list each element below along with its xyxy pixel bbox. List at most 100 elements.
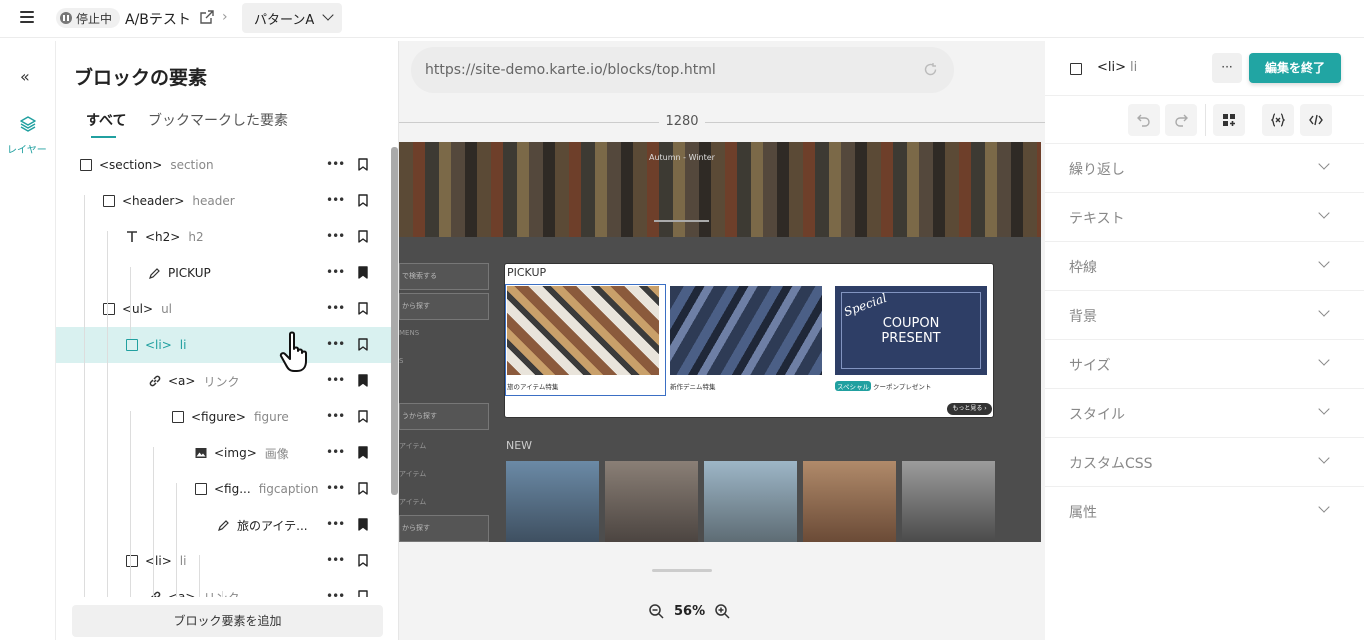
node-more-icon[interactable]: ••• (326, 481, 345, 495)
zoom-in-icon[interactable] (715, 604, 730, 619)
bookmark-icon[interactable] (358, 194, 368, 207)
bookmark-icon[interactable] (358, 446, 368, 459)
bookmark-icon[interactable] (358, 338, 368, 351)
node-more-icon[interactable]: ••• (326, 589, 345, 597)
bookmark-icon[interactable] (358, 554, 368, 567)
canvas-resize-handle[interactable] (652, 569, 712, 572)
accordion-label: スタイル (1069, 407, 1125, 423)
bookmark-icon[interactable] (358, 374, 368, 387)
tree-scrollbar[interactable] (391, 147, 398, 495)
pickup-card-denim[interactable] (670, 286, 822, 375)
node-more-icon[interactable]: ••• (326, 229, 345, 243)
undo-button[interactable] (1128, 104, 1160, 136)
new-item-photo[interactable] (902, 461, 995, 542)
tree-node[interactable]: <section> section ••• (56, 147, 391, 183)
node-more-icon[interactable]: ••• (326, 265, 345, 279)
accordion-section[interactable]: サイズ (1045, 339, 1364, 388)
bookmark-icon[interactable] (358, 302, 368, 315)
bookmark-icon[interactable] (358, 410, 368, 423)
preview-search-box: で検索する (399, 263, 489, 290)
more-button[interactable]: もっと見る › (947, 403, 992, 415)
pickup-section[interactable]: PICKUP Special COUPON PRESENT 旅のアイテム特集 新… (504, 263, 994, 418)
tree-guide-line (107, 231, 108, 375)
node-tag: <h2> (145, 230, 181, 244)
width-ruler: 1280 (399, 102, 1045, 142)
reload-icon[interactable] (923, 62, 938, 77)
bookmark-icon[interactable] (358, 266, 368, 279)
square-icon (1070, 63, 1082, 75)
pickup-card-coupon[interactable]: Special COUPON PRESENT (835, 286, 987, 375)
preview-side-text: アイテム (399, 442, 427, 450)
menu-icon[interactable] (20, 11, 34, 25)
node-name: header (192, 194, 235, 208)
node-more-icon[interactable]: ••• (326, 409, 345, 423)
bookmark-icon[interactable] (358, 158, 368, 171)
accordion-label: サイズ (1069, 358, 1111, 374)
new-item-photo[interactable] (605, 461, 698, 542)
bookmark-icon[interactable] (358, 230, 368, 243)
node-more-icon[interactable]: ••• (326, 553, 345, 567)
new-item-photo[interactable] (704, 461, 797, 542)
node-name: li (179, 338, 187, 352)
external-link-icon[interactable] (200, 10, 214, 24)
code-button[interactable] (1300, 104, 1332, 136)
tab-all[interactable]: すべて (86, 110, 126, 130)
finish-editing-button[interactable]: 編集を終了 (1249, 53, 1341, 83)
accordion-section[interactable]: カスタムCSS (1045, 437, 1364, 486)
tree-guide-line (199, 555, 200, 597)
accordion-section[interactable]: 属性 (1045, 486, 1364, 535)
site-preview[interactable]: Autumn - Winter で検索する から探す MENS S うから探す … (399, 142, 1041, 542)
collapse-icon[interactable]: « (20, 67, 30, 86)
new-item-photo[interactable] (506, 461, 599, 542)
bookmark-icon[interactable] (358, 518, 368, 531)
node-more-icon[interactable]: ••• (326, 193, 345, 207)
hero-image (399, 142, 1041, 237)
zoom-control: 56% (649, 604, 730, 619)
accordion-section[interactable]: テキスト (1045, 192, 1364, 241)
zoom-out-icon[interactable] (649, 604, 664, 619)
test-name[interactable]: A/Bテスト (125, 9, 191, 29)
redo-button[interactable] (1165, 104, 1197, 136)
square-icon (126, 339, 138, 351)
accordion-section[interactable]: 枠線 (1045, 241, 1364, 290)
link-icon (150, 591, 161, 597)
node-tag: 旅のアイテ... (237, 518, 308, 533)
node-tag: PICKUP (168, 266, 211, 280)
node-tag: <figure> (191, 410, 246, 424)
accordion-label: 背景 (1069, 309, 1097, 325)
node-more-icon[interactable]: ••• (326, 373, 345, 387)
bookmark-icon[interactable] (358, 590, 368, 597)
toolbar-divider (1205, 104, 1206, 136)
add-component-button[interactable] (1213, 104, 1245, 136)
node-more-icon[interactable]: ••• (326, 337, 345, 351)
grid-plus-icon (1223, 114, 1235, 126)
properties-panel: <li> li ··· 編集を終了 繰り返し テキスト 枠線 背景 サイズ スタイル カスタ… (1045, 41, 1364, 640)
tab-bookmarked[interactable]: ブックマークした要素 (148, 110, 288, 130)
node-tag: <fig... (214, 482, 251, 496)
tree-guide-line (153, 447, 154, 597)
node-more-icon[interactable]: ••• (326, 517, 345, 531)
code-icon (1309, 114, 1323, 126)
panel-title: ブロックの要素 (74, 67, 208, 89)
divider (1045, 95, 1364, 96)
node-tag: <li> (145, 338, 172, 352)
tree-node[interactable]: <header> header ••• (56, 183, 391, 219)
node-more-icon[interactable]: ••• (326, 301, 345, 315)
variables-button[interactable] (1262, 104, 1294, 136)
pickup-caption: 旅のアイテム特集 (507, 383, 559, 391)
add-block-element-button[interactable]: ブロック要素を追加 (72, 605, 383, 637)
node-more-icon[interactable]: ••• (326, 157, 345, 171)
accordion-section[interactable]: 背景 (1045, 290, 1364, 339)
more-options-button[interactable]: ··· (1212, 53, 1242, 83)
undo-icon (1137, 114, 1150, 127)
chevron-down-icon (1318, 501, 1330, 513)
pattern-select[interactable]: パターンA (242, 3, 342, 33)
url-bar[interactable]: https://site-demo.karte.io/blocks/top.ht… (411, 47, 954, 93)
new-item-photo[interactable] (803, 461, 896, 542)
accordion-section[interactable]: スタイル (1045, 388, 1364, 437)
preview-side-box: から探す (399, 293, 489, 320)
node-more-icon[interactable]: ••• (326, 445, 345, 459)
bookmark-icon[interactable] (358, 482, 368, 495)
accordion-section[interactable]: 繰り返し (1045, 143, 1364, 192)
layers-icon[interactable] (19, 115, 37, 133)
